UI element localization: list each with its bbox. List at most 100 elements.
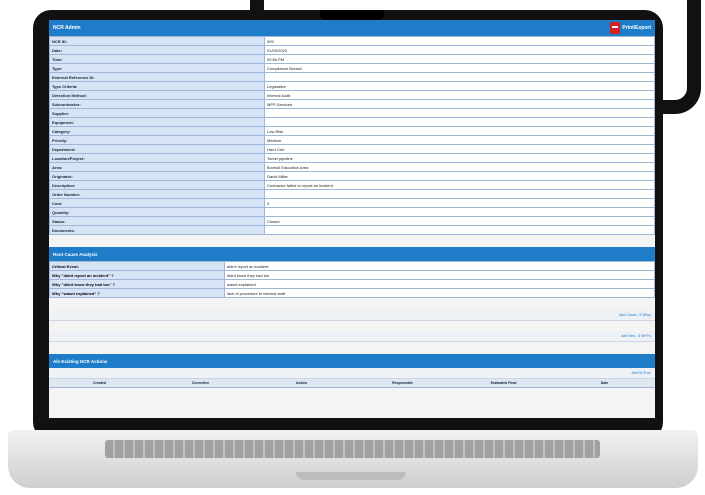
ncr-details-table: NCR ID: 009 Date: 01/03/2023 Time: 02:56 PM Ty…: [49, 36, 655, 235]
detail-value: 02:56 PM: [264, 54, 655, 64]
actions-column-headers: Created Corrective Action Responsible Estima…: [49, 379, 655, 388]
detail-value: 0: [264, 198, 655, 208]
detail-label: Area:: [49, 162, 265, 172]
detail-row: Time: 02:56 PM: [49, 54, 655, 64]
detail-label: Originator:: [49, 171, 265, 181]
add-new-link[interactable]: Add New - 5 WHYs: [621, 334, 651, 338]
detail-value: Medium: [264, 135, 655, 145]
detail-row: Status: Closed: [49, 216, 655, 226]
ncr-header-bar: NCR Admin Print/Export: [49, 20, 655, 36]
detail-label: Documents:: [49, 225, 265, 235]
add-cause-link[interactable]: Add Cause / 5 Whys: [619, 313, 651, 317]
detail-label: Location/Project:: [49, 153, 265, 163]
detail-row: Documents:: [49, 225, 655, 235]
root-cause-value: wasnt explained: [224, 279, 655, 289]
detail-label: Subcontractor:: [49, 99, 265, 109]
detail-value: David Miller: [264, 171, 655, 181]
spacer: [49, 298, 655, 310]
detail-label: Type Criteria:: [49, 81, 265, 91]
detail-row: Cost: 0: [49, 198, 655, 208]
detail-row: Priority: Medium: [49, 135, 655, 145]
detail-label: Department:: [49, 144, 265, 154]
root-cause-label: Why "wasnt explained" ?: [49, 288, 225, 298]
add-cause-row: Add Cause / 5 Whys: [49, 310, 655, 321]
detail-row: Description: Contractor failed to report …: [49, 180, 655, 190]
add-new-row: Add New - 5 WHYs: [49, 331, 655, 342]
detail-row: Type: Compliance Breach: [49, 63, 655, 73]
root-cause-label: Why "didnt report an incident" ?: [49, 270, 225, 280]
detail-label: External Reference ID:: [49, 72, 265, 82]
detail-row: Location/Project: Torbel pipeline: [49, 153, 655, 163]
root-cause-value: didn't report an incident: [224, 261, 655, 271]
detail-label: Priority:: [49, 135, 265, 145]
keyboard: [105, 440, 600, 458]
detail-label: Detection Method:: [49, 90, 265, 100]
detail-label: Supplier:: [49, 108, 265, 118]
detail-label: Description:: [49, 180, 265, 190]
actions-header: Ale Existing NCR Actions: [49, 354, 655, 368]
detail-value: [264, 207, 655, 217]
add-action-link[interactable]: Add NCR Ac: [631, 371, 651, 375]
detail-row: Order Number:: [49, 189, 655, 199]
trackpad: [296, 472, 406, 480]
actions-column-header[interactable]: Responsible: [352, 381, 453, 385]
root-cause-row: Why "didnt know they had too" ? wasnt exp…: [49, 279, 655, 289]
detail-label: Date:: [49, 45, 265, 55]
root-cause-row: Critical Event: didn't report an incident: [49, 261, 655, 271]
detail-label: Order Number:: [49, 189, 265, 199]
detail-value: [264, 225, 655, 235]
detail-label: Equipment:: [49, 117, 265, 127]
actions-column-header[interactable]: Date: [554, 381, 655, 385]
camera-notch: [320, 10, 384, 20]
detail-value: [264, 72, 655, 82]
detail-value: Contractor failed to report an incident: [264, 180, 655, 190]
pdf-icon: [610, 22, 621, 34]
detail-value: [264, 117, 655, 127]
detail-row: Detection Method: Internal Audit: [49, 90, 655, 100]
print-export-label: Print/Export: [622, 25, 651, 31]
detail-value: Torbel pipeline: [264, 153, 655, 163]
actions-column-header[interactable]: Created: [49, 381, 150, 385]
detail-row: Subcontractor: MPS Services: [49, 99, 655, 109]
add-action-row: Add NCR Ac: [49, 368, 655, 379]
detail-value: Low Risk: [264, 126, 655, 136]
detail-label: Time:: [49, 54, 265, 64]
detail-row: Equipment:: [49, 117, 655, 127]
detail-value: Closed: [264, 216, 655, 226]
detail-value: 009: [264, 36, 655, 46]
detail-row: Category: Low Risk: [49, 126, 655, 136]
detail-value: Boxhull Education Area: [264, 162, 655, 172]
laptop-screen: NCR Admin Print/Export NCR ID: 009 Date: 01…: [49, 20, 655, 418]
detail-value: Legislative: [264, 81, 655, 91]
detail-label: Cost:: [49, 198, 265, 208]
root-cause-table: Critical Event: didn't report an incident…: [49, 261, 655, 298]
detail-value: [264, 108, 655, 118]
detail-row: Originator: David Miller: [49, 171, 655, 181]
root-cause-header: Root Cause Analysis: [49, 247, 655, 261]
page-title: NCR Admin: [53, 25, 81, 31]
detail-label: Category:: [49, 126, 265, 136]
detail-row: Department: Hard Civil: [49, 144, 655, 154]
detail-row: Date: 01/03/2023: [49, 45, 655, 55]
detail-row: NCR ID: 009: [49, 36, 655, 46]
actions-column-header[interactable]: Corrective: [150, 381, 251, 385]
detail-row: Quantity:: [49, 207, 655, 217]
root-cause-value: didnt know they had too: [224, 270, 655, 280]
detail-label: Type:: [49, 63, 265, 73]
detail-label: NCR ID:: [49, 36, 265, 46]
root-cause-label: Critical Event:: [49, 261, 225, 271]
root-cause-row: Why "didnt report an incident" ? didnt kn…: [49, 270, 655, 280]
root-cause-row: Why "wasnt explained" ? lack of procedure…: [49, 288, 655, 298]
detail-value: Hard Civil: [264, 144, 655, 154]
actions-column-header[interactable]: Estimated Final: [453, 381, 554, 385]
print-export-button[interactable]: Print/Export: [610, 22, 651, 34]
detail-label: Quantity:: [49, 207, 265, 217]
detail-label: Status:: [49, 216, 265, 226]
actions-column-header[interactable]: Action: [251, 381, 352, 385]
detail-value: 01/03/2023: [264, 45, 655, 55]
root-cause-label: Why "didnt know they had too" ?: [49, 279, 225, 289]
detail-row: External Reference ID:: [49, 72, 655, 82]
cable: [250, 0, 264, 10]
detail-row: Supplier:: [49, 108, 655, 118]
